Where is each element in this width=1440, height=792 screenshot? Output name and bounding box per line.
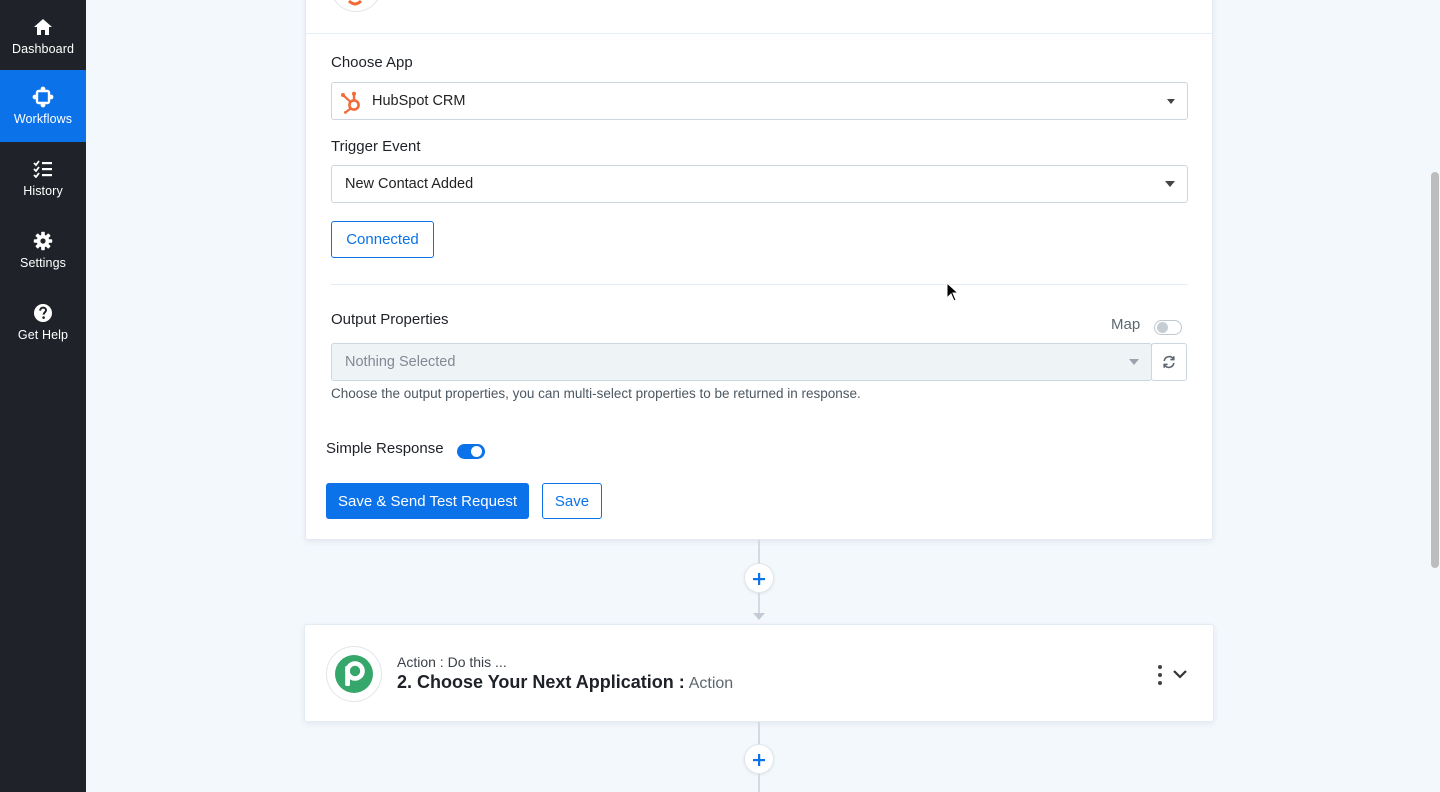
connector-line	[758, 722, 760, 746]
hubspot-logo-icon	[330, 0, 382, 12]
simple-response-label: Simple Response	[326, 440, 444, 457]
question-circle-icon	[32, 302, 54, 324]
refresh-button[interactable]	[1151, 343, 1187, 381]
sidebar: Dashboard Workflows History Settings Get…	[0, 0, 86, 792]
mouse-cursor-icon	[946, 281, 960, 302]
trigger-event-select[interactable]: New Contact Added	[331, 165, 1188, 203]
connected-button[interactable]: Connected	[331, 221, 434, 258]
choose-app-label: Choose App	[331, 54, 413, 71]
toggle-knob	[471, 446, 482, 457]
chevron-down-icon	[1129, 359, 1139, 365]
list-check-icon	[32, 158, 54, 180]
output-properties-helper: Choose the output properties, you can mu…	[331, 386, 861, 401]
trigger-step-card: Choose App HubSpot CRM Trigger Event New…	[305, 0, 1213, 540]
connector-line	[758, 540, 760, 564]
chevron-down-icon	[1165, 181, 1175, 187]
workflow-icon	[32, 86, 54, 108]
connector-line	[758, 774, 760, 792]
action-title-text: 2. Choose Your Next Application :	[397, 672, 685, 692]
save-and-send-test-button[interactable]: Save & Send Test Request	[326, 483, 529, 519]
chevron-down-icon	[1167, 99, 1175, 104]
plus-icon	[753, 572, 765, 585]
scrollbar[interactable]	[1428, 0, 1440, 792]
sidebar-item-get-help[interactable]: Get Help	[0, 286, 86, 358]
action-subtitle: Action	[688, 675, 734, 692]
section-divider	[331, 284, 1188, 285]
add-step-button[interactable]	[744, 563, 774, 593]
action-title: 2. Choose Your Next Application : Action	[397, 672, 733, 693]
gear-icon	[32, 230, 54, 252]
sidebar-item-history[interactable]: History	[0, 142, 86, 214]
map-label: Map	[1111, 316, 1141, 333]
simple-response-toggle[interactable]	[457, 444, 485, 459]
scrollbar-thumb[interactable]	[1431, 172, 1439, 568]
arrow-down-icon	[753, 613, 765, 620]
home-icon	[32, 16, 54, 38]
sidebar-item-label: Settings	[20, 256, 66, 270]
refresh-icon	[1162, 355, 1176, 369]
pabbly-logo-icon	[326, 646, 382, 702]
sidebar-item-label: Dashboard	[11, 42, 75, 56]
trigger-event-value: New Contact Added	[345, 176, 474, 192]
action-kicker: Action : Do this ...	[397, 654, 507, 670]
trigger-event-label: Trigger Event	[331, 138, 421, 155]
sidebar-item-dashboard[interactable]: Dashboard	[0, 0, 86, 72]
output-properties-select[interactable]: Nothing Selected	[331, 343, 1152, 381]
output-properties-placeholder: Nothing Selected	[345, 354, 456, 370]
trigger-card-header[interactable]	[306, 0, 1212, 34]
sidebar-item-label: History	[23, 184, 63, 198]
chevron-down-icon[interactable]	[1171, 665, 1189, 683]
sidebar-item-settings[interactable]: Settings	[0, 214, 86, 286]
output-properties-label: Output Properties	[331, 311, 449, 328]
map-toggle[interactable]	[1154, 320, 1182, 335]
choose-app-value: HubSpot CRM	[372, 93, 466, 109]
sidebar-item-label: Get Help	[17, 328, 69, 342]
plus-icon	[753, 753, 765, 766]
action-step-card[interactable]: Action : Do this ... 2. Choose Your Next…	[304, 624, 1214, 722]
sidebar-item-workflows[interactable]: Workflows	[0, 70, 86, 142]
connector-line	[758, 593, 760, 613]
save-button[interactable]: Save	[542, 483, 602, 519]
toggle-knob	[1157, 322, 1168, 333]
more-options-icon[interactable]	[1155, 665, 1165, 685]
sidebar-item-label: Workflows	[13, 112, 73, 126]
choose-app-select[interactable]: HubSpot CRM	[331, 82, 1188, 120]
hubspot-logo-icon	[340, 90, 362, 114]
workflow-canvas: Choose App HubSpot CRM Trigger Event New…	[86, 0, 1440, 792]
add-step-button[interactable]	[744, 744, 774, 774]
